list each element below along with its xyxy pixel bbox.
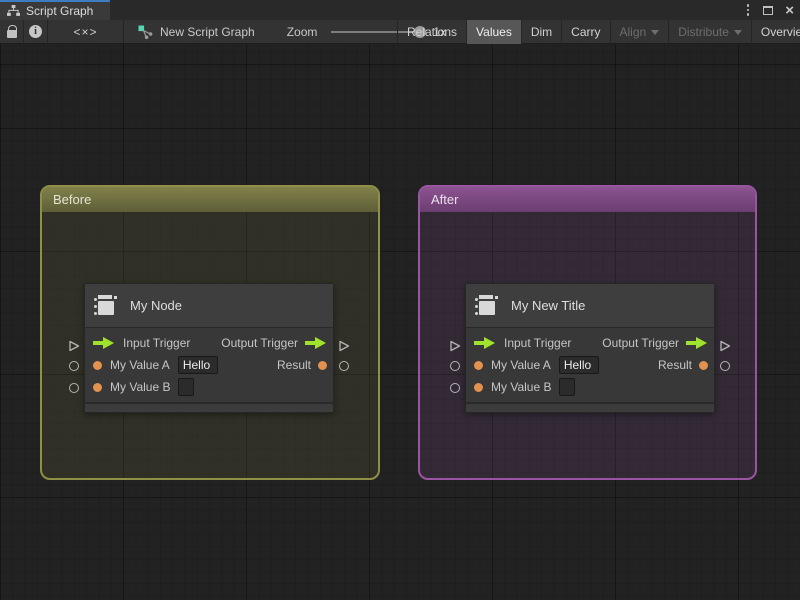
trigger-row: Input Trigger Output Trigger	[466, 332, 714, 354]
align-label: Align	[619, 25, 647, 39]
hierarchy-icon	[7, 5, 20, 16]
result-port-icon[interactable]	[699, 360, 708, 370]
lock-button[interactable]	[0, 20, 23, 43]
trigger-row: Input Trigger Output Trigger	[85, 332, 333, 354]
value-a-external-port[interactable]	[69, 361, 79, 371]
tab-script-graph[interactable]: Script Graph	[0, 0, 110, 20]
title-bar: Script Graph ×	[0, 0, 800, 20]
value-b-port-icon[interactable]	[93, 382, 102, 392]
value-a-label: My Value A	[110, 358, 170, 372]
node-footer	[466, 402, 714, 412]
toolbar-toggle-group: Relations Values Dim Carry Align Distrib…	[397, 20, 800, 44]
graph-canvas[interactable]: Before After My Node Input Trigger Outpu…	[0, 44, 800, 600]
window-controls: ×	[745, 0, 794, 20]
result-external-port[interactable]	[339, 361, 349, 371]
input-trigger-icon[interactable]	[474, 337, 496, 349]
node-body: Input Trigger Output Trigger My Value A …	[466, 328, 714, 402]
value-a-external-port[interactable]	[450, 361, 460, 371]
result-external-port[interactable]	[720, 361, 730, 371]
node-footer	[85, 402, 333, 412]
node-title: My Node	[130, 298, 183, 313]
result-label: Result	[657, 358, 692, 372]
tab-title: Script Graph	[26, 4, 94, 18]
script-graph-window: Script Graph × i <×> New Script Graph Zo…	[0, 0, 800, 600]
info-icon: i	[29, 25, 42, 38]
distribute-label: Distribute	[678, 25, 729, 39]
value-a-port-icon[interactable]	[93, 360, 102, 370]
node-my-new-title[interactable]: My New Title Input Trigger Output Trigge…	[450, 283, 731, 413]
input-trigger-label: Input Trigger	[504, 336, 572, 350]
node-my-node[interactable]: My Node Input Trigger Output Trigger My …	[69, 283, 350, 413]
dim-button[interactable]: Dim	[520, 20, 561, 44]
value-b-label: My Value B	[110, 380, 171, 394]
group-after-title: After	[431, 192, 459, 207]
maximize-icon[interactable]	[763, 5, 774, 15]
value-b-input[interactable]	[559, 378, 576, 396]
input-trigger-icon[interactable]	[93, 337, 115, 349]
value-b-port-icon[interactable]	[474, 382, 483, 392]
value-b-external-port[interactable]	[450, 383, 460, 393]
input-trigger-label: Input Trigger	[123, 336, 191, 350]
graph-name-label: New Script Graph	[160, 24, 255, 39]
group-before-header[interactable]: Before	[42, 187, 378, 212]
distribute-dropdown[interactable]: Distribute	[668, 20, 751, 44]
result-port-icon[interactable]	[318, 360, 327, 370]
node-header[interactable]: My New Title	[466, 284, 714, 328]
value-b-label: My Value B	[491, 380, 552, 394]
output-trigger-external-port[interactable]	[338, 339, 350, 357]
output-trigger-icon[interactable]	[686, 337, 708, 349]
close-icon[interactable]: ×	[785, 3, 794, 18]
node-title: My New Title	[511, 298, 586, 313]
window-menu-icon[interactable]	[745, 2, 752, 18]
code-preview-toggle[interactable]: <×>	[48, 20, 123, 43]
node-body: Input Trigger Output Trigger My Value A …	[85, 328, 333, 402]
value-a-row: My Value A Result	[85, 354, 333, 376]
group-after-header[interactable]: After	[420, 187, 755, 212]
values-button[interactable]: Values	[466, 20, 521, 44]
graph-name-button[interactable]: New Script Graph	[124, 20, 265, 43]
unit-icon	[474, 294, 500, 318]
value-a-input[interactable]	[558, 356, 599, 374]
value-b-row: My Value B	[85, 376, 333, 398]
value-a-row: My Value A Result	[466, 354, 714, 376]
overview-button[interactable]: Overview	[750, 20, 800, 44]
value-a-port-icon[interactable]	[474, 360, 483, 370]
output-trigger-label: Output Trigger	[221, 336, 298, 350]
output-trigger-icon[interactable]	[305, 337, 327, 349]
carry-button[interactable]: Carry	[561, 20, 609, 44]
relations-button[interactable]: Relations	[397, 20, 466, 44]
node-header[interactable]: My Node	[85, 284, 333, 328]
chevron-down-icon	[651, 30, 660, 35]
lock-icon	[6, 25, 18, 38]
output-trigger-label: Output Trigger	[602, 336, 679, 350]
output-trigger-external-port[interactable]	[719, 339, 731, 357]
value-b-row: My Value B	[466, 376, 714, 398]
graph-icon	[138, 25, 153, 39]
value-b-input[interactable]	[178, 378, 195, 396]
input-trigger-external-port[interactable]	[449, 339, 461, 357]
result-label: Result	[276, 358, 311, 372]
value-a-input[interactable]	[177, 356, 218, 374]
value-a-label: My Value A	[491, 358, 551, 372]
value-b-external-port[interactable]	[69, 383, 79, 393]
zoom-label: Zoom	[286, 24, 318, 39]
info-button[interactable]: i	[24, 20, 47, 43]
input-trigger-external-port[interactable]	[68, 339, 80, 357]
graph-toolbar: i <×> New Script Graph Zoom 1x Relations…	[0, 20, 800, 44]
align-dropdown[interactable]: Align	[609, 20, 669, 44]
group-before-title: Before	[53, 192, 92, 207]
chevron-down-icon	[733, 30, 742, 35]
unit-icon	[93, 294, 119, 318]
